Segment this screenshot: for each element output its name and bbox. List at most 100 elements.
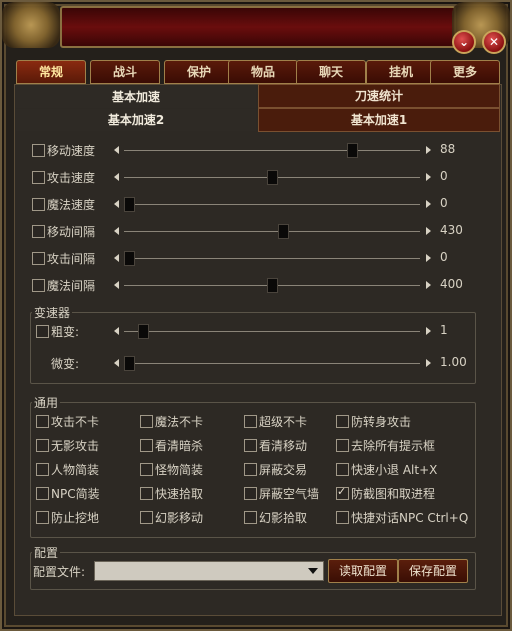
option-label: 怪物简装 xyxy=(155,463,204,477)
checkbox[interactable] xyxy=(32,171,45,184)
read-config-button[interactable]: 读取配置 xyxy=(328,559,398,583)
slider-track[interactable] xyxy=(124,204,420,205)
slider-track[interactable] xyxy=(124,231,420,232)
arrow-right-icon[interactable] xyxy=(426,146,431,154)
slider-thumb[interactable] xyxy=(124,197,135,212)
slider-label: 移动速度 xyxy=(47,144,96,158)
slider-track[interactable] xyxy=(124,258,420,259)
option-checkbox[interactable] xyxy=(336,485,349,500)
slider-label: 移动间隔 xyxy=(47,225,96,239)
slider-thumb[interactable] xyxy=(267,278,278,293)
arrow-left-icon[interactable] xyxy=(114,227,119,235)
option-checkbox[interactable] xyxy=(244,487,257,500)
option-checkbox[interactable] xyxy=(336,415,349,428)
tab-3[interactable]: 物品 xyxy=(228,60,298,84)
checkbox[interactable] xyxy=(32,252,45,265)
tab-0[interactable]: 常规 xyxy=(16,60,86,84)
slider-thumb[interactable] xyxy=(347,143,358,158)
tab-1[interactable]: 战斗 xyxy=(90,60,160,84)
arrow-left-icon[interactable] xyxy=(114,281,119,289)
tab-6[interactable]: 更多 xyxy=(430,60,500,84)
slider-thumb[interactable] xyxy=(124,356,135,371)
title-bar[interactable] xyxy=(60,6,456,48)
slider-label: 微变: xyxy=(51,357,80,371)
tab-5[interactable]: 挂机 xyxy=(366,60,436,84)
slider-thumb[interactable] xyxy=(278,224,289,239)
checkbox[interactable] xyxy=(32,279,45,292)
option-label: 去除所有提示框 xyxy=(351,439,436,453)
subtab-basic-speed[interactable]: 基本加速 xyxy=(16,86,256,108)
slider-label: 攻击间隔 xyxy=(47,252,96,266)
option-label: 看清移动 xyxy=(259,439,308,453)
slider-track[interactable] xyxy=(124,363,420,364)
speeder-group xyxy=(30,312,476,384)
checkbox[interactable] xyxy=(32,144,45,157)
option-checkbox[interactable] xyxy=(36,487,49,500)
slider-value: 0 xyxy=(440,169,448,183)
arrow-right-icon[interactable] xyxy=(426,281,431,289)
subtab-basic-speed-2[interactable]: 基本加速2 xyxy=(16,109,256,131)
save-config-button[interactable]: 保存配置 xyxy=(398,559,468,583)
slider-track[interactable] xyxy=(124,331,420,332)
option-checkbox[interactable] xyxy=(140,463,153,476)
option-label: 屏蔽空气墙 xyxy=(259,487,320,501)
option-checkbox[interactable] xyxy=(336,439,349,452)
arrow-left-icon[interactable] xyxy=(114,173,119,181)
option-label: 防转身攻击 xyxy=(351,415,412,429)
config-file-label: 配置文件: xyxy=(33,565,86,579)
option-label: 快速拾取 xyxy=(155,487,204,501)
tab-4[interactable]: 聊天 xyxy=(296,60,366,84)
option-label: 人物简装 xyxy=(51,463,100,477)
slider-track[interactable] xyxy=(124,150,420,151)
checkbox[interactable] xyxy=(36,325,49,338)
minimize-button[interactable]: ⌄ xyxy=(452,30,476,54)
option-checkbox[interactable] xyxy=(140,511,153,524)
option-checkbox[interactable] xyxy=(36,415,49,428)
option-label: 快速小退 Alt+X xyxy=(351,463,438,477)
arrow-right-icon[interactable] xyxy=(426,327,431,335)
close-button[interactable]: ✕ xyxy=(482,30,506,54)
option-checkbox[interactable] xyxy=(36,511,49,524)
option-checkbox[interactable] xyxy=(140,415,153,428)
slider-label: 魔法间隔 xyxy=(47,279,96,293)
arrow-right-icon[interactable] xyxy=(426,227,431,235)
option-checkbox[interactable] xyxy=(336,511,349,524)
general-title: 通用 xyxy=(32,394,61,411)
arrow-left-icon[interactable] xyxy=(114,254,119,262)
arrow-right-icon[interactable] xyxy=(426,359,431,367)
config-file-select[interactable] xyxy=(94,561,324,581)
slider-thumb[interactable] xyxy=(124,251,135,266)
arrow-right-icon[interactable] xyxy=(426,254,431,262)
option-checkbox[interactable] xyxy=(140,439,153,452)
subtab-blade-speed-stats[interactable]: 刀速统计 xyxy=(258,84,500,108)
arrow-right-icon[interactable] xyxy=(426,173,431,181)
slider-value: 1 xyxy=(440,323,448,337)
arrow-left-icon[interactable] xyxy=(114,359,119,367)
option-checkbox[interactable] xyxy=(140,487,153,500)
subtab-basic-speed-1[interactable]: 基本加速1 xyxy=(258,108,500,132)
option-checkbox[interactable] xyxy=(244,439,257,452)
option-checkbox[interactable] xyxy=(244,415,257,428)
speeder-title: 变速器 xyxy=(32,304,73,321)
slider-value: 0 xyxy=(440,250,448,264)
slider-value: 0 xyxy=(440,196,448,210)
option-checkbox[interactable] xyxy=(36,463,49,476)
arrow-left-icon[interactable] xyxy=(114,327,119,335)
option-label: 幻影移动 xyxy=(155,511,204,525)
arrow-left-icon[interactable] xyxy=(114,146,119,154)
checkbox[interactable] xyxy=(32,225,45,238)
option-checkbox[interactable] xyxy=(244,511,257,524)
slider-thumb[interactable] xyxy=(267,170,278,185)
option-checkbox[interactable] xyxy=(336,463,349,476)
option-checkbox[interactable] xyxy=(36,439,49,452)
option-label: 超级不卡 xyxy=(259,415,308,429)
option-checkbox[interactable] xyxy=(244,463,257,476)
checkbox[interactable] xyxy=(32,198,45,211)
arrow-left-icon[interactable] xyxy=(114,200,119,208)
slider-thumb[interactable] xyxy=(138,324,149,339)
tab-2[interactable]: 保护 xyxy=(164,60,234,84)
option-label: 无影攻击 xyxy=(51,439,100,453)
arrow-right-icon[interactable] xyxy=(426,200,431,208)
slider-value: 430 xyxy=(440,223,463,237)
option-label: NPC简装 xyxy=(51,487,100,501)
